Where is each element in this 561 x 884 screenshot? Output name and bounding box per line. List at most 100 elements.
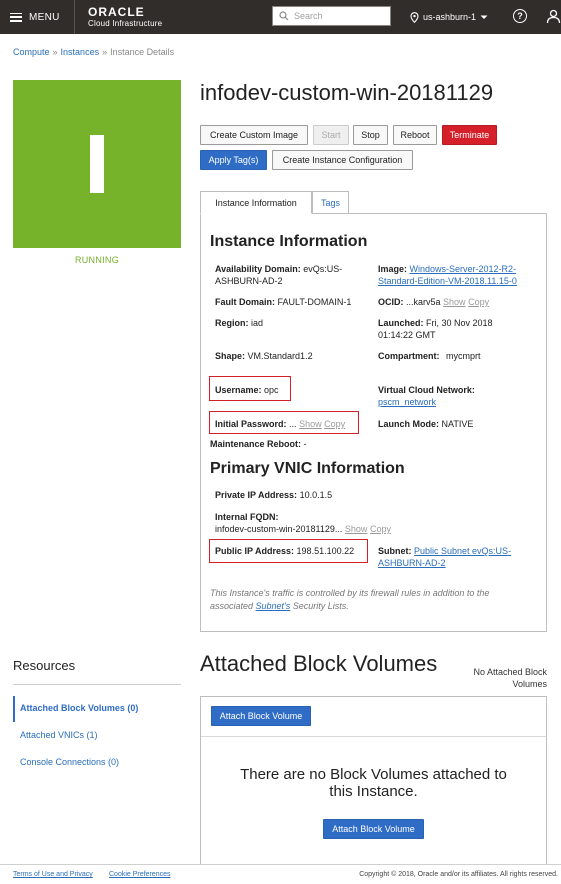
- breadcrumb-separator: »: [52, 47, 58, 57]
- oracle-logo[interactable]: ORACLE Cloud Infrastructure: [88, 6, 162, 28]
- firewall-note: This Instance's traffic is controlled by…: [210, 587, 535, 613]
- chevron-down-icon: [480, 15, 488, 19]
- empty-state-message: There are no Block Volumes attached to t…: [210, 766, 537, 800]
- resource-console-connections[interactable]: Console Connections (0): [20, 757, 119, 767]
- menu-label: MENU: [29, 11, 60, 23]
- subnet: Subnet: Public Subnet evQs:US- ASHBURN-A…: [378, 545, 538, 569]
- initial-password-label: Initial Password:: [215, 419, 287, 429]
- terms-link[interactable]: Terms of Use and Privacy: [13, 871, 93, 878]
- primary-vnic-heading: Primary VNIC Information: [210, 460, 405, 477]
- region-selector[interactable]: us-ashburn-1: [410, 0, 488, 34]
- user-icon[interactable]: [546, 9, 561, 24]
- resource-attached-vnics[interactable]: Attached VNICs (1): [20, 730, 98, 740]
- launch-mode-label: Launch Mode:: [378, 419, 439, 429]
- empty-state-line-2: this Instance.: [329, 783, 418, 800]
- maintenance-reboot-value: -: [303, 439, 307, 449]
- no-attached-line-1: No Attached Block: [473, 667, 547, 677]
- initial-password: Initial Password: ... Show Copy: [215, 418, 345, 430]
- maintenance-reboot-label: Maintenance Reboot:: [210, 439, 302, 449]
- ocid-value: ...karv5a: [406, 297, 441, 307]
- help-icon[interactable]: ?: [513, 9, 527, 23]
- image-link-2[interactable]: Standard-Edition-VM-2018.11.15-0: [378, 276, 517, 286]
- availability-domain-value-2: ASHBURN-AD-2: [215, 276, 283, 286]
- brand-name: ORACLE: [88, 5, 145, 19]
- create-custom-image-button[interactable]: Create Custom Image: [200, 125, 308, 145]
- instance-status-tile: [13, 80, 181, 248]
- vcn-link[interactable]: pscm_network: [378, 397, 436, 407]
- create-instance-configuration-button[interactable]: Create Instance Configuration: [272, 150, 413, 170]
- reboot-button[interactable]: Reboot: [393, 125, 437, 145]
- public-ip-label: Public IP Address:: [215, 546, 295, 556]
- breadcrumb-current: Instance Details: [110, 47, 175, 57]
- ocid-show-link[interactable]: Show: [443, 297, 466, 307]
- launched-value-1: Fri, 30 Nov 2018: [426, 318, 493, 328]
- ocid-label: OCID:: [378, 297, 404, 307]
- stop-button[interactable]: Stop: [353, 125, 388, 145]
- fault-domain: Fault Domain: FAULT-DOMAIN-1: [215, 296, 351, 308]
- copyright-text: Copyright © 2018, Oracle and/or its affi…: [359, 871, 558, 878]
- menu-button[interactable]: MENU: [10, 0, 60, 34]
- instance-information-heading: Instance Information: [210, 233, 368, 250]
- hamburger-icon: [10, 12, 22, 22]
- fqdn-show-link[interactable]: Show: [345, 524, 368, 534]
- search-icon: [279, 11, 289, 21]
- search-input[interactable]: [294, 11, 384, 21]
- shape: Shape: VM.Standard1.2: [215, 350, 313, 362]
- region-field-value: iad: [251, 318, 264, 328]
- subnet-link-1[interactable]: Public Subnet evQs:US-: [414, 546, 511, 556]
- launched-value-2: 01:14:22 GMT: [378, 330, 436, 340]
- virtual-cloud-network: Virtual Cloud Network: pscm_network: [378, 384, 475, 408]
- breadcrumb-compute[interactable]: Compute: [13, 47, 50, 57]
- password-copy-link[interactable]: Copy: [324, 419, 345, 429]
- terminate-button[interactable]: Terminate: [442, 125, 497, 145]
- subnets-link[interactable]: Subnet's: [256, 601, 291, 611]
- firewall-note-post: Security Lists.: [290, 601, 349, 611]
- compartment-label: Compartment:: [378, 351, 440, 361]
- subnet-link-2[interactable]: ASHBURN-AD-2: [378, 558, 446, 568]
- private-ip-value: 10.0.1.5: [299, 490, 333, 500]
- breadcrumb: Compute» Instances» Instance Details: [13, 47, 174, 57]
- private-ip-label: Private IP Address:: [215, 490, 298, 500]
- start-button[interactable]: Start: [313, 125, 349, 145]
- ocid: OCID: ...karv5a Show Copy: [378, 296, 489, 308]
- region: Region: iad: [215, 317, 263, 329]
- availability-domain-label: Availability Domain:: [215, 264, 301, 274]
- region-field-label: Region:: [215, 318, 249, 328]
- breadcrumb-separator: »: [102, 47, 108, 57]
- resources-divider: [13, 684, 181, 685]
- topbar-divider: [74, 0, 75, 34]
- image-link-1[interactable]: Windows-Server-2012-R2-: [410, 264, 517, 274]
- tab-instance-information[interactable]: Instance Information: [200, 191, 312, 214]
- instance-state: RUNNING: [74, 255, 120, 265]
- block-volumes-divider: [201, 736, 546, 737]
- internal-fqdn-value: infodev-custom-win-20181129...: [215, 524, 343, 534]
- tab-tags[interactable]: Tags: [312, 191, 349, 214]
- apply-tags-button[interactable]: Apply Tag(s): [200, 150, 267, 170]
- username-value: opc: [264, 385, 279, 395]
- fault-domain-value: FAULT-DOMAIN-1: [277, 297, 352, 307]
- public-ip-value: 198.51.100.22: [296, 546, 355, 556]
- shape-value: VM.Standard1.2: [247, 351, 313, 361]
- launch-mode-value: NATIVE: [441, 419, 474, 429]
- public-ip: Public IP Address: 198.51.100.22: [215, 545, 354, 557]
- resources-title: Resources: [13, 658, 76, 673]
- attach-block-volume-center-button[interactable]: Attach Block Volume: [323, 819, 424, 839]
- availability-domain-value-1: evQs:US-: [303, 264, 343, 274]
- image-label: Image:: [378, 264, 408, 274]
- ocid-copy-link[interactable]: Copy: [468, 297, 489, 307]
- page-title: infodev-custom-win-20181129: [200, 80, 494, 105]
- breadcrumb-instances[interactable]: Instances: [61, 47, 100, 57]
- availability-domain: Availability Domain: evQs:US- ASHBURN-AD…: [215, 263, 365, 287]
- password-show-link[interactable]: Show: [299, 419, 322, 429]
- empty-state-line-1: There are no Block Volumes attached to: [240, 766, 507, 783]
- instance-tile-letter: [90, 135, 104, 193]
- cookie-preferences-link[interactable]: Cookie Preferences: [109, 871, 170, 878]
- no-attached-line-2: Volumes: [512, 679, 547, 689]
- fqdn-copy-link[interactable]: Copy: [370, 524, 391, 534]
- resources-active-indicator: [13, 696, 15, 722]
- search-box[interactable]: [272, 6, 391, 26]
- attach-block-volume-button[interactable]: Attach Block Volume: [211, 706, 311, 726]
- resource-attached-block-volumes[interactable]: Attached Block Volumes (0): [20, 703, 138, 713]
- compartment-value: mycmprt: [446, 351, 481, 361]
- username: Username: opc: [215, 384, 279, 396]
